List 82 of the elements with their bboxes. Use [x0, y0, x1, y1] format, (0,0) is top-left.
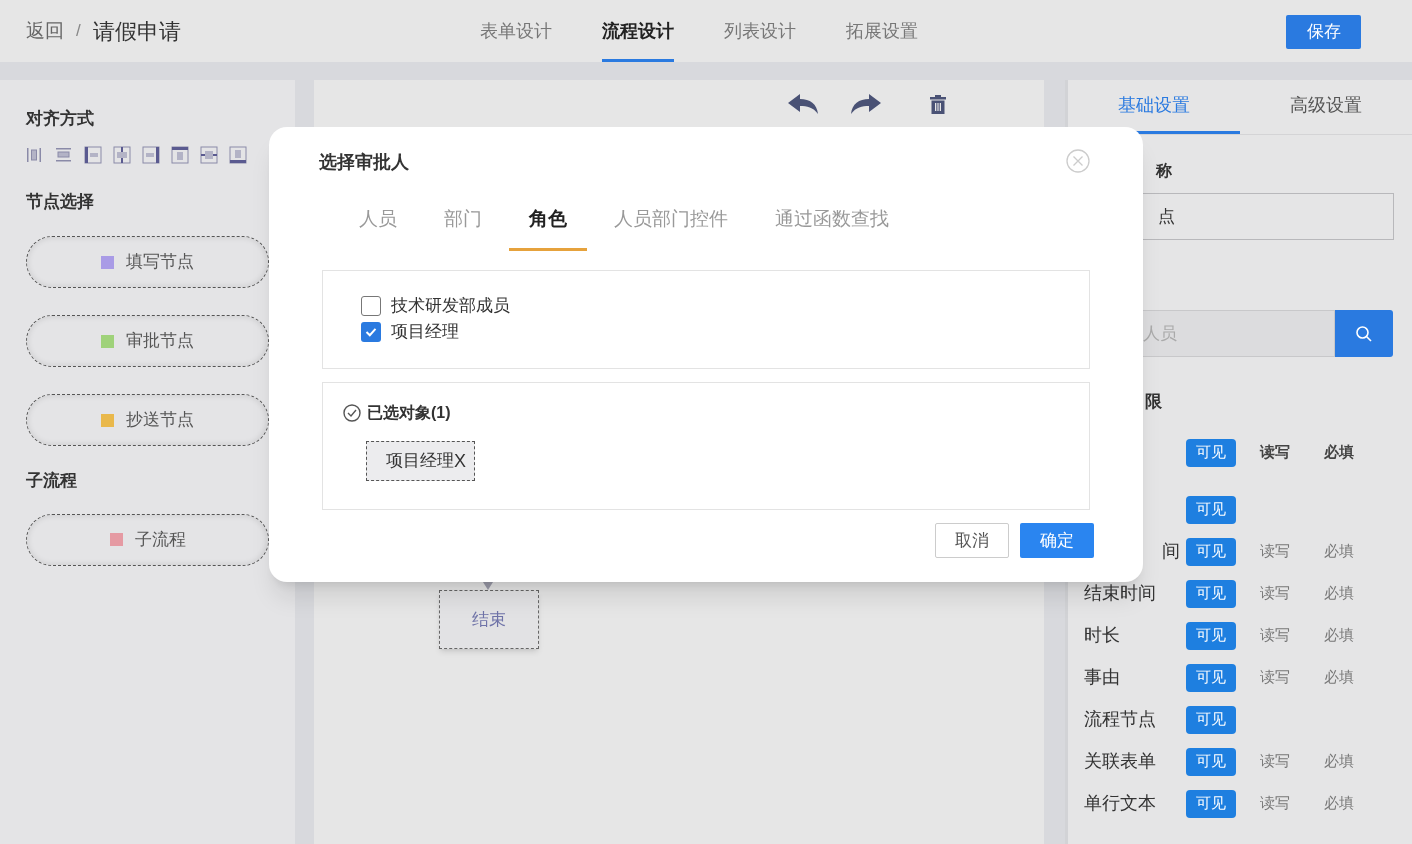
trash-icon[interactable] [929, 95, 947, 115]
align-icon[interactable] [229, 145, 247, 164]
node-pill[interactable]: 抄送节点 [26, 394, 269, 446]
dialog-tab[interactable]: 人员部门控件 [614, 205, 728, 251]
role-label: 技术研发部成员 [391, 295, 510, 318]
settings-tab[interactable]: 高级设置 [1240, 80, 1412, 134]
checkbox[interactable] [361, 322, 381, 342]
align-icon[interactable] [171, 145, 189, 164]
section-title: 对齐方式 [26, 108, 95, 130]
permission-toggle[interactable]: 必填 [1314, 621, 1364, 650]
dialog-tab[interactable]: 部门 [444, 205, 482, 251]
node-label: 填写节点 [126, 251, 194, 274]
node-pill[interactable]: 填写节点 [26, 236, 269, 288]
selected-title: 已选对象(1) [367, 403, 451, 423]
permission-toggle[interactable]: 可见 [1186, 705, 1236, 734]
end-node[interactable]: 结束 [439, 590, 539, 649]
nav-tab[interactable]: 流程设计 [602, 0, 674, 62]
tag-label: 项目经理 [386, 450, 454, 473]
align-icon[interactable] [142, 145, 160, 164]
nav-tab[interactable]: 列表设计 [724, 0, 796, 62]
permission-toggle[interactable]: 可见 [1186, 438, 1236, 467]
check-circle-icon [343, 404, 361, 422]
align-icon[interactable] [84, 145, 102, 164]
permission-toggle[interactable]: 可见 [1186, 621, 1236, 650]
align-icon[interactable] [200, 145, 218, 164]
permission-toggle[interactable]: 读写 [1250, 789, 1300, 818]
dialog-tab[interactable]: 通过函数查找 [775, 205, 889, 251]
align-icon[interactable] [26, 145, 44, 164]
field-label: 关联表单 [1084, 750, 1156, 773]
field-label: 结束时间 [1084, 582, 1156, 605]
node-label: 子流程 [134, 528, 186, 551]
page-title: 请假申请 [92, 17, 181, 46]
search-icon [1355, 324, 1373, 343]
dialog-title: 选择审批人 [319, 151, 409, 174]
permission-toggle[interactable]: 读写 [1250, 747, 1300, 776]
node-pill[interactable]: 子流程 [26, 513, 269, 566]
permission-toggle[interactable]: 可见 [1186, 537, 1236, 566]
role-label: 项目经理 [391, 321, 459, 344]
back-link[interactable]: 返回 [26, 16, 64, 46]
permission-toggle[interactable]: 必填 [1314, 789, 1364, 818]
permission-toggle[interactable]: 可见 [1186, 495, 1236, 524]
node-label: 抄送节点 [126, 409, 194, 432]
field-label: 事由 [1084, 666, 1120, 689]
checkbox[interactable] [361, 296, 381, 316]
field-label: 单行文本 [1084, 792, 1156, 815]
field-label: 称 [1156, 161, 1172, 181]
align-icon[interactable] [55, 145, 73, 164]
node-pill[interactable]: 审批节点 [26, 315, 269, 367]
permission-toggle[interactable]: 可见 [1186, 789, 1236, 818]
checkmark-icon [364, 325, 378, 339]
permission-toggle[interactable]: 读写 [1250, 621, 1300, 650]
permission-toggle[interactable]: 读写 [1250, 663, 1300, 692]
nav-tab[interactable]: 表单设计 [480, 0, 552, 62]
permission-toggle[interactable]: 必填 [1314, 537, 1364, 566]
permission-toggle[interactable]: 可见 [1186, 579, 1236, 608]
section-title: 节点选择 [26, 190, 95, 213]
confirm-button[interactable]: 确定 [1020, 523, 1094, 558]
cancel-button[interactable]: 取消 [935, 523, 1009, 558]
breadcrumb-separator: / [76, 20, 81, 43]
field-label: 时长 [1084, 624, 1120, 647]
permission-toggle[interactable]: 必填 [1314, 663, 1364, 692]
dialog-tab[interactable]: 人员 [359, 205, 397, 251]
remove-tag-button[interactable]: X [454, 447, 466, 475]
permission-toggle[interactable]: 读写 [1250, 537, 1300, 566]
field-label: 流程节点 [1084, 708, 1156, 731]
section-title: 子流程 [26, 470, 78, 492]
field-label: 间 [1162, 540, 1180, 563]
dialog-tab[interactable]: 角色 [509, 205, 587, 251]
search-button[interactable] [1335, 310, 1393, 357]
save-button[interactable]: 保存 [1286, 15, 1361, 49]
permission-toggle[interactable]: 读写 [1250, 438, 1300, 467]
permission-toggle[interactable]: 可见 [1186, 663, 1236, 692]
permission-toggle[interactable]: 必填 [1314, 747, 1364, 776]
section-title: 限 [1145, 391, 1162, 413]
node-label: 审批节点 [126, 330, 194, 353]
nav-tab[interactable]: 拓展设置 [846, 0, 918, 62]
permission-toggle[interactable]: 读写 [1250, 579, 1300, 608]
align-icon[interactable] [113, 145, 131, 164]
permission-toggle[interactable]: 可见 [1186, 747, 1236, 776]
permission-toggle[interactable]: 必填 [1314, 438, 1364, 467]
arrow-head-icon [483, 582, 493, 590]
permission-toggle[interactable]: 必填 [1314, 579, 1364, 608]
